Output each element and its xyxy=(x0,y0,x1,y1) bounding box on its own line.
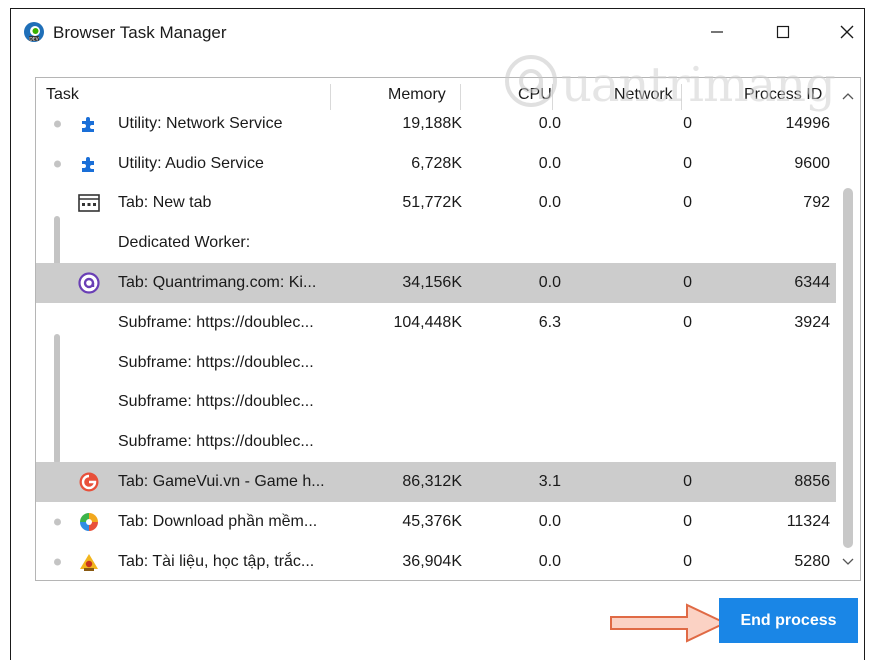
table-row[interactable]: Subframe: https://doublec... xyxy=(36,343,836,383)
cpu-value: 0.0 xyxy=(538,512,561,530)
table-header: Task Memory CPU Network Process ID xyxy=(36,78,836,112)
cpu-value: 0.0 xyxy=(538,154,561,172)
network-value: 0 xyxy=(683,114,692,132)
title-bar: DEV Browser Task Manager xyxy=(11,9,864,57)
new-tab-icon xyxy=(78,192,100,214)
table-row[interactable]: Utility: Audio Service 6,728K 0.0 0 9600 xyxy=(36,144,836,184)
column-header-cpu[interactable]: CPU xyxy=(518,86,552,104)
column-divider[interactable] xyxy=(552,84,553,110)
network-value: 0 xyxy=(683,313,692,331)
column-divider[interactable] xyxy=(681,84,682,110)
scrollbar-thumb[interactable] xyxy=(843,188,853,548)
close-button[interactable] xyxy=(829,17,865,47)
memory-value: 36,904K xyxy=(402,552,462,570)
table-row[interactable]: Tab: Download phần mềm... 45,376K 0.0 0 … xyxy=(36,502,836,542)
minimize-button[interactable] xyxy=(699,17,735,47)
memory-value: 34,156K xyxy=(402,274,462,292)
edge-dev-icon: DEV xyxy=(23,21,45,43)
table-row[interactable]: Tab: New tab 51,772K 0.0 0 792 xyxy=(36,184,836,224)
cpu-value: 3.1 xyxy=(538,473,561,491)
puzzle-icon xyxy=(78,153,100,175)
task-name: Tab: GameVui.vn - Game h... xyxy=(118,473,325,491)
process-list: Utility: Network Service 19,188K 0.0 0 1… xyxy=(36,104,836,580)
scroll-down-chevron-icon[interactable] xyxy=(840,554,856,570)
table-row-selected[interactable]: Tab: Quantrimang.com: Ki... 34,156K 0.0 … xyxy=(36,263,836,303)
memory-value: 45,376K xyxy=(402,512,462,530)
memory-value: 51,772K xyxy=(402,194,462,212)
process-id-value: 792 xyxy=(803,194,830,212)
column-divider[interactable] xyxy=(460,84,461,110)
cpu-value: 0.0 xyxy=(538,194,561,212)
memory-value: 104,448K xyxy=(393,313,462,331)
task-name: Dedicated Worker: xyxy=(118,234,251,252)
process-id-value: 11324 xyxy=(786,512,830,530)
tailieu-icon xyxy=(78,551,100,573)
vertical-scrollbar[interactable] xyxy=(836,78,860,580)
cpu-value: 6.3 xyxy=(538,313,561,331)
scroll-up-chevron-icon[interactable] xyxy=(840,88,856,104)
table-row[interactable]: Subframe: https://doublec... 104,448K 6.… xyxy=(36,303,836,343)
memory-value: 6,728K xyxy=(411,154,462,172)
column-divider[interactable] xyxy=(330,84,331,110)
quantrimang-icon xyxy=(78,272,100,294)
task-name: Utility: Network Service xyxy=(118,114,283,132)
network-value: 0 xyxy=(683,154,692,172)
column-header-network[interactable]: Network xyxy=(614,86,673,104)
end-process-button[interactable]: End process xyxy=(719,598,858,643)
table-row[interactable]: Subframe: https://doublec... xyxy=(36,422,836,462)
network-value: 0 xyxy=(683,274,692,292)
process-id-value: 6344 xyxy=(794,274,830,292)
process-table: Task Memory CPU Network Process ID Utili… xyxy=(35,77,861,581)
cpu-value: 0.0 xyxy=(538,274,561,292)
task-name: Tab: Quantrimang.com: Ki... xyxy=(118,274,317,292)
task-name: Subframe: https://doublec... xyxy=(118,313,314,331)
memory-value: 86,312K xyxy=(402,473,462,491)
column-header-task[interactable]: Task xyxy=(46,86,79,104)
task-name: Utility: Audio Service xyxy=(118,154,264,172)
column-header-process-id[interactable]: Process ID xyxy=(744,86,822,104)
download-site-icon xyxy=(78,511,100,533)
bullet-icon xyxy=(54,160,61,168)
window-title: Browser Task Manager xyxy=(53,23,227,42)
task-name: Subframe: https://doublec... xyxy=(118,433,314,451)
puzzle-icon xyxy=(78,113,100,135)
arrow-pointer-icon xyxy=(610,603,728,643)
column-header-memory[interactable]: Memory xyxy=(388,86,446,104)
gamevui-icon xyxy=(78,471,100,493)
bullet-icon xyxy=(54,120,61,128)
task-name: Tab: New tab xyxy=(118,194,212,212)
cpu-value: 0.0 xyxy=(538,114,561,132)
task-name: Tab: Download phần mềm... xyxy=(118,512,318,530)
cpu-value: 0.0 xyxy=(538,552,561,570)
process-id-value: 14996 xyxy=(785,114,831,132)
svg-text:DEV: DEV xyxy=(29,36,39,42)
task-manager-window: DEV Browser Task Manager Task Memory CPU… xyxy=(10,8,865,660)
task-name: Subframe: https://doublec... xyxy=(118,353,314,371)
process-id-value: 8856 xyxy=(794,473,830,491)
task-name: Subframe: https://doublec... xyxy=(118,393,314,411)
bullet-icon xyxy=(54,518,61,526)
table-row-selected[interactable]: Tab: GameVui.vn - Game h... 86,312K 3.1 … xyxy=(36,462,836,502)
table-row[interactable]: Subframe: https://doublec... xyxy=(36,383,836,423)
network-value: 0 xyxy=(683,473,692,491)
network-value: 0 xyxy=(683,512,692,530)
table-row[interactable]: Dedicated Worker: xyxy=(36,223,836,263)
maximize-button[interactable] xyxy=(765,17,801,47)
network-value: 0 xyxy=(683,194,692,212)
network-value: 0 xyxy=(683,552,692,570)
process-id-value: 9600 xyxy=(794,154,830,172)
process-id-value: 3924 xyxy=(794,313,830,331)
table-row[interactable]: Tab: Tài liệu, học tập, trắc... 36,904K … xyxy=(36,542,836,580)
task-name: Tab: Tài liệu, học tập, trắc... xyxy=(118,552,315,570)
bullet-icon xyxy=(54,558,61,566)
process-id-value: 5280 xyxy=(794,552,830,570)
memory-value: 19,188K xyxy=(402,114,462,132)
